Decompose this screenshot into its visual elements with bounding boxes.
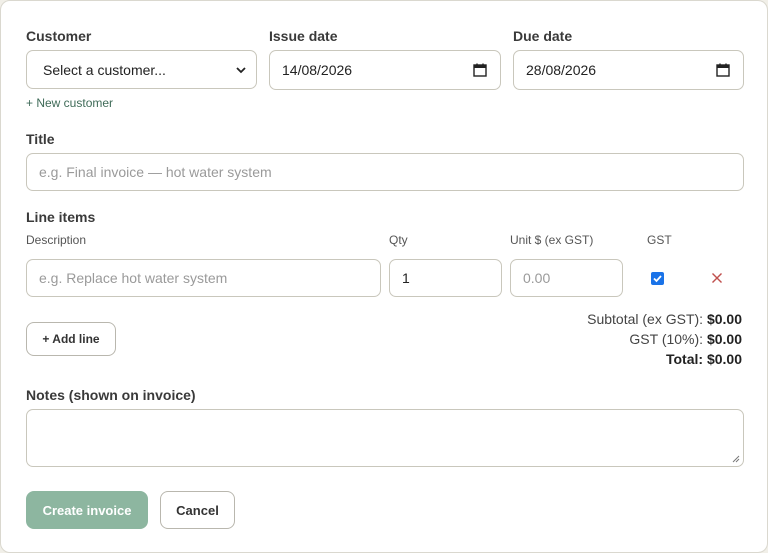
- title-label: Title: [26, 131, 55, 147]
- calendar-icon[interactable]: [716, 63, 730, 77]
- new-customer-link[interactable]: + New customer: [26, 96, 113, 110]
- line-gst-checkbox[interactable]: [651, 272, 664, 285]
- gst-row: GST (10%): $0.00: [629, 331, 742, 347]
- chevron-down-icon: [236, 66, 246, 73]
- line-description-input[interactable]: e.g. Replace hot water system: [26, 259, 381, 297]
- gst-value: $0.00: [706, 331, 742, 347]
- check-icon: [653, 275, 662, 283]
- notes-textarea[interactable]: [26, 409, 744, 467]
- calendar-icon[interactable]: [473, 63, 487, 77]
- line-unit-price-input[interactable]: 0.00: [510, 259, 623, 297]
- resize-handle-icon[interactable]: [732, 455, 740, 463]
- subtotal-value: $0.00: [706, 311, 742, 327]
- column-unit-price: Unit $ (ex GST): [510, 233, 594, 247]
- cancel-button[interactable]: Cancel: [160, 491, 235, 529]
- total-label: Total:: [665, 351, 704, 367]
- subtotal-row: Subtotal (ex GST): $0.00: [587, 311, 742, 327]
- column-qty: Qty: [389, 233, 408, 247]
- add-line-button[interactable]: + Add line: [26, 322, 116, 356]
- total-row: Total: $0.00: [666, 351, 742, 367]
- customer-select[interactable]: Select a customer...: [26, 50, 257, 89]
- title-input[interactable]: e.g. Final invoice — hot water system: [26, 153, 744, 191]
- notes-label: Notes (shown on invoice): [26, 387, 196, 403]
- line-description-placeholder: e.g. Replace hot water system: [39, 270, 228, 286]
- due-date-input[interactable]: 28/08/2026: [513, 50, 744, 90]
- column-gst: GST: [647, 233, 672, 247]
- line-qty-value: 1: [402, 270, 410, 286]
- line-qty-input[interactable]: 1: [389, 259, 502, 297]
- customer-label: Customer: [26, 28, 92, 44]
- due-date-label: Due date: [513, 28, 573, 44]
- gst-label: GST (10%):: [629, 331, 704, 347]
- issue-date-label: Issue date: [269, 28, 338, 44]
- title-placeholder: e.g. Final invoice — hot water system: [39, 164, 272, 180]
- subtotal-label: Subtotal (ex GST):: [587, 311, 704, 327]
- line-items-label: Line items: [26, 209, 96, 225]
- create-invoice-button[interactable]: Create invoice: [26, 491, 148, 529]
- close-icon[interactable]: [710, 271, 724, 285]
- column-description: Description: [26, 233, 87, 247]
- issue-date-input[interactable]: 14/08/2026: [269, 50, 501, 90]
- line-unit-price-placeholder: 0.00: [523, 270, 551, 286]
- total-value: $0.00: [706, 351, 742, 367]
- invoice-form: Customer Select a customer... + New cust…: [0, 0, 768, 553]
- issue-date-value: 14/08/2026: [282, 62, 353, 78]
- customer-select-value: Select a customer...: [43, 61, 166, 78]
- due-date-value: 28/08/2026: [526, 62, 597, 78]
